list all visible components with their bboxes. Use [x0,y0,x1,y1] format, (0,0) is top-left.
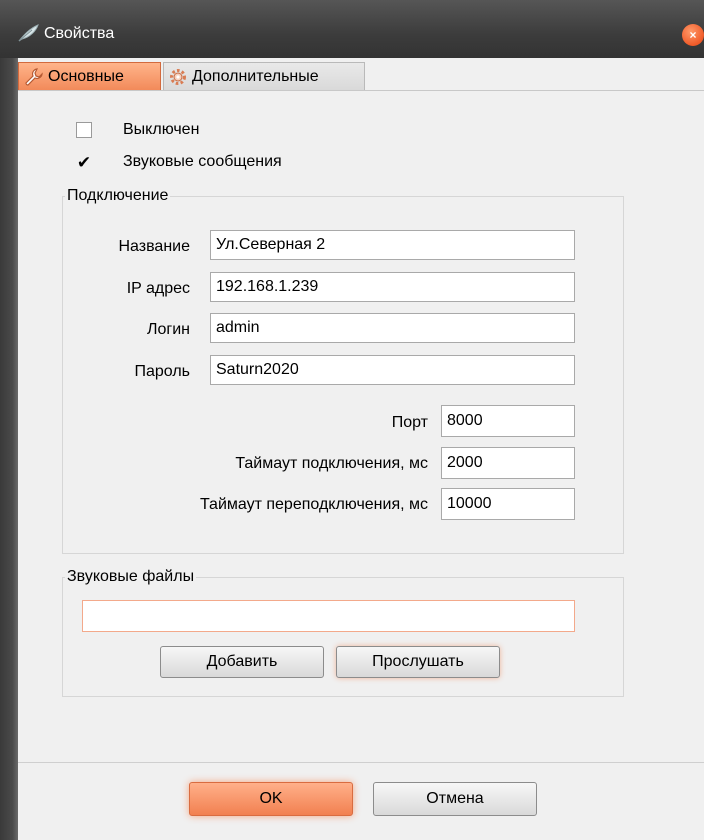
feather-icon [18,24,39,42]
ok-button-label: OK [259,790,283,807]
tab-panel-basic: Выключен ✔ Звуковые сообщения Подключени… [18,90,704,762]
disabled-checkbox[interactable] [76,122,92,138]
sound-messages-checkbox-label: Звуковые сообщения [123,153,282,170]
sound-files-legend: Звуковые файлы [65,568,197,586]
password-label: Пароль [134,363,190,380]
wrench-icon [25,67,43,86]
password-input[interactable] [210,355,575,385]
connect-timeout-input[interactable] [441,447,575,479]
tab-extra[interactable]: Дополнительные [163,62,365,90]
reconnect-timeout-label: Таймаут переподключения, мс [199,496,428,513]
disabled-checkbox-label: Выключен [123,121,200,138]
title-bar[interactable]: Свойства × [0,0,704,58]
tab-extra-label: Дополнительные [192,67,319,85]
name-input[interactable] [210,230,575,260]
ip-input[interactable] [210,272,575,302]
ip-label: IP адрес [126,280,190,297]
gear-icon [170,68,186,85]
close-button[interactable]: × [682,24,704,46]
login-input[interactable] [210,313,575,343]
sound-files-group [62,577,624,697]
port-input[interactable] [441,405,575,437]
sound-file-path-input[interactable] [82,600,575,632]
add-sound-button-label: Добавить [206,653,278,670]
listen-sound-button[interactable]: Прослушать [336,646,500,678]
reconnect-timeout-input[interactable] [441,488,575,520]
add-sound-button[interactable]: Добавить [160,646,324,678]
window-left-edge [0,58,18,840]
name-label: Название [118,238,191,255]
checkmark-icon: ✔ [76,152,92,172]
properties-dialog: Свойства × Основные Дополнительные Выклю… [0,0,704,840]
ok-button[interactable]: OK [189,782,353,816]
disabled-checkbox-row[interactable]: Выключен [76,121,199,139]
cancel-button-label: Отмена [426,790,484,807]
dialog-body: Основные Дополнительные Выключен ✔ Звуко… [18,58,704,840]
tab-basic[interactable]: Основные [18,62,161,90]
footer-separator [18,762,704,763]
window-title: Свойства [44,25,115,42]
connect-timeout-label: Таймаут подключения, мс [235,455,428,472]
listen-sound-button-label: Прослушать [372,653,464,670]
sound-messages-checkbox-row[interactable]: ✔ Звуковые сообщения [76,153,282,171]
close-icon: × [689,28,697,42]
connection-legend: Подключение [65,187,171,205]
sound-messages-checkbox[interactable]: ✔ [76,152,92,172]
tab-basic-label: Основные [48,67,124,85]
cancel-button[interactable]: Отмена [373,782,537,816]
login-label: Логин [146,321,190,338]
port-label: Порт [391,414,428,431]
